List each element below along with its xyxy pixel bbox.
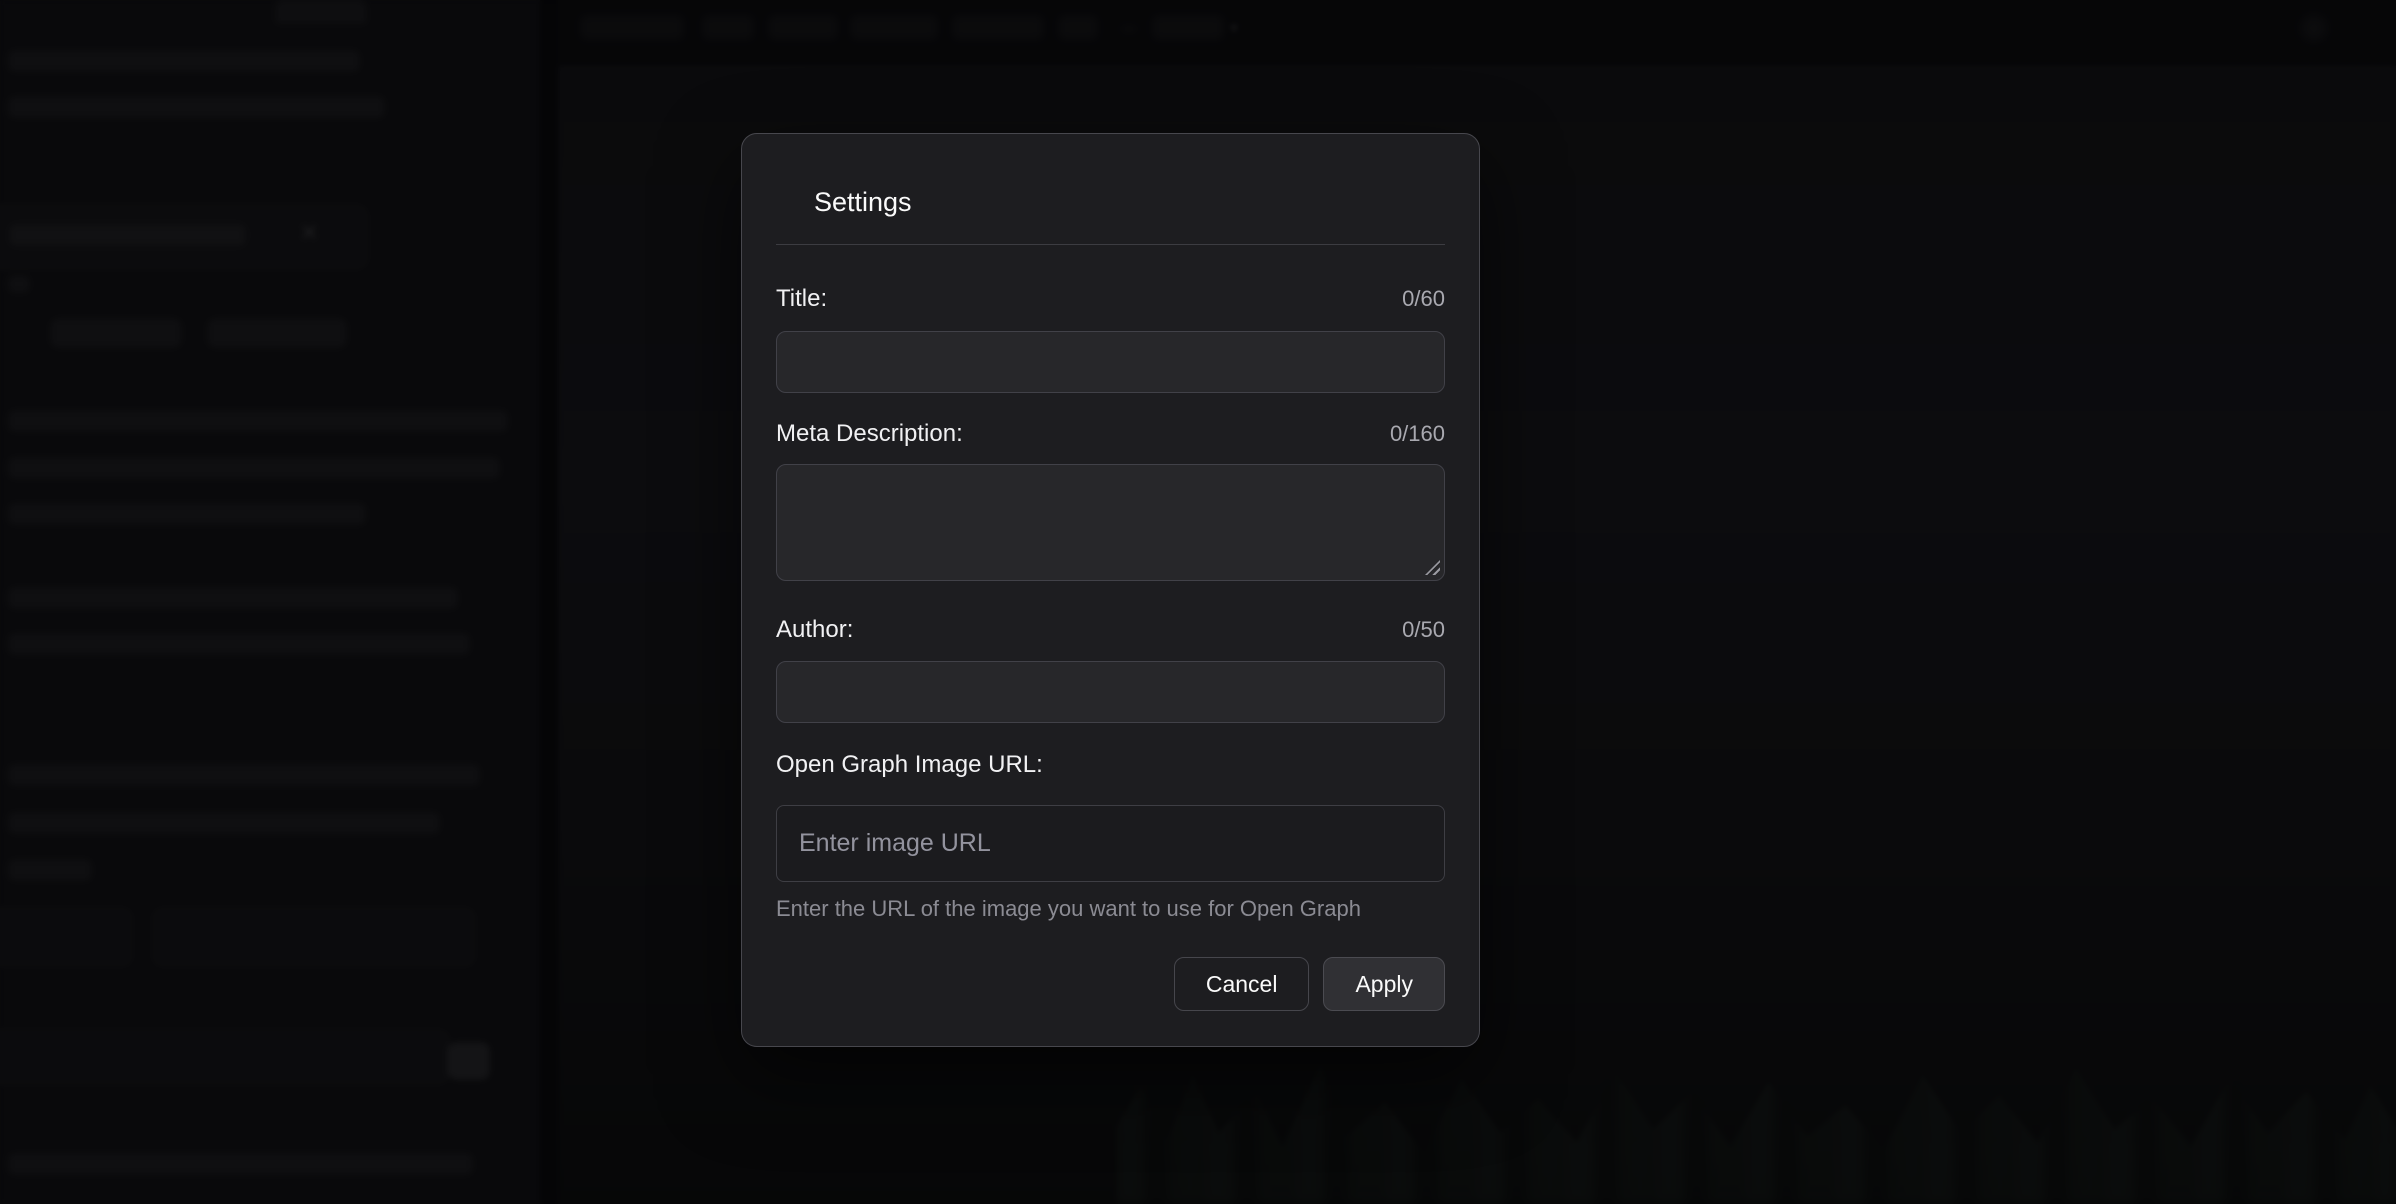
divider [776,244,1445,245]
title-label: Title: [776,284,827,314]
title-input[interactable] [776,331,1445,393]
meta-description-label: Meta Description: [776,419,963,449]
og-image-url-input[interactable] [776,805,1445,882]
author-input[interactable] [776,661,1445,723]
author-label: Author: [776,615,853,645]
char-counter: 0/50 [1402,615,1445,645]
og-image-url-label: Open Graph Image URL: [776,750,1043,780]
og-image-url-helper: Enter the URL of the image you want to u… [776,894,1445,924]
char-counter: 0/60 [1402,284,1445,314]
apply-button[interactable]: Apply [1323,957,1445,1011]
cancel-button[interactable]: Cancel [1174,957,1310,1011]
dialog-title: Settings [742,134,1479,218]
meta-description-textarea[interactable] [776,464,1445,581]
char-counter: 0/160 [1390,419,1445,449]
settings-dialog: Settings Title: 0/60 Meta Description: 0… [741,133,1480,1047]
